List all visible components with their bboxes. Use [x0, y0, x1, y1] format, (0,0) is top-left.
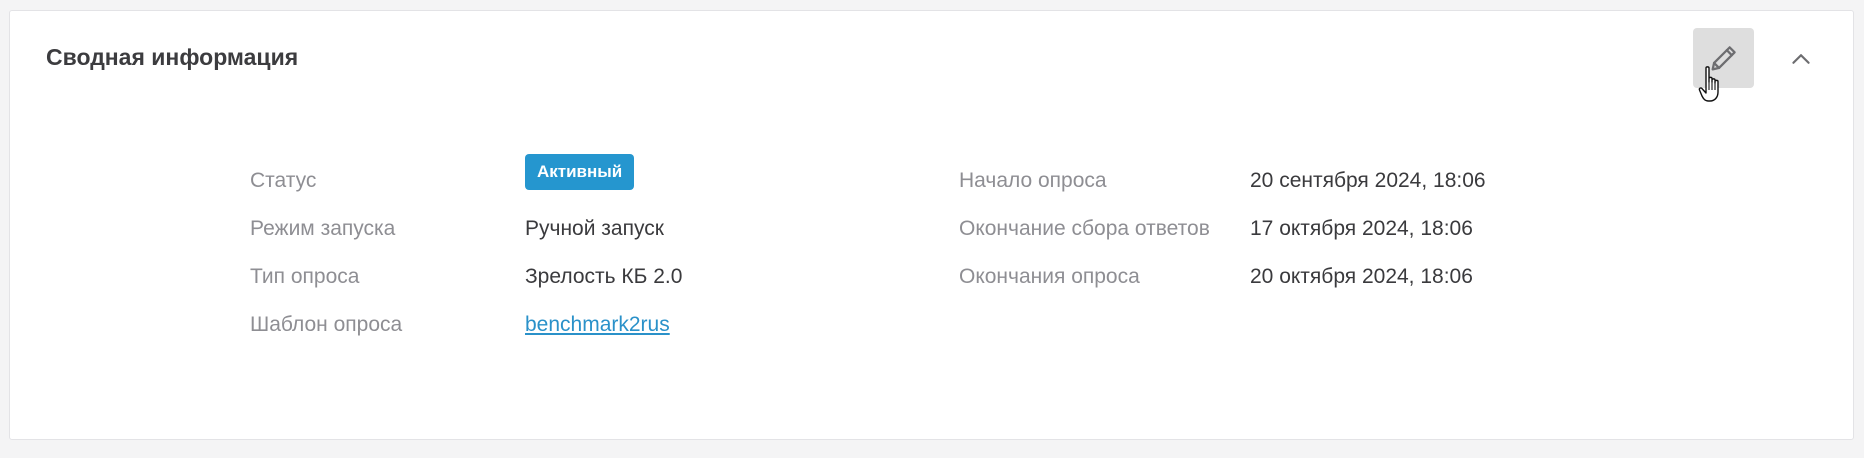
- survey-end-label: Окончания опроса: [959, 265, 1140, 288]
- survey-end-value: 20 октября 2024, 18:06: [1250, 265, 1473, 288]
- template-link[interactable]: benchmark2rus: [525, 314, 670, 335]
- edit-button[interactable]: [1693, 28, 1754, 88]
- start-value: 20 сентября 2024, 18:06: [1250, 169, 1486, 192]
- survey-type-label: Тип опроса: [250, 265, 360, 288]
- start-label: Начало опроса: [959, 169, 1107, 192]
- panel-title: Сводная информация: [46, 44, 299, 70]
- survey-type-value: Зрелость КБ 2.0: [525, 265, 683, 288]
- answers-end-label: Окончание сбора ответов: [959, 217, 1210, 240]
- template-label: Шаблон опроса: [250, 313, 403, 336]
- status-badge: Активный: [525, 154, 635, 190]
- summary-panel: Сводная информация Статус Активный Режим…: [9, 10, 1854, 440]
- status-label: Статус: [250, 169, 317, 192]
- pencil-icon: [1711, 46, 1736, 71]
- chevron-up-icon: [1792, 54, 1810, 64]
- launch-mode-value: Ручной запуск: [525, 217, 664, 240]
- collapse-button[interactable]: [1783, 41, 1819, 77]
- launch-mode-label: Режим запуска: [250, 217, 396, 240]
- answers-end-value: 17 октября 2024, 18:06: [1250, 217, 1473, 240]
